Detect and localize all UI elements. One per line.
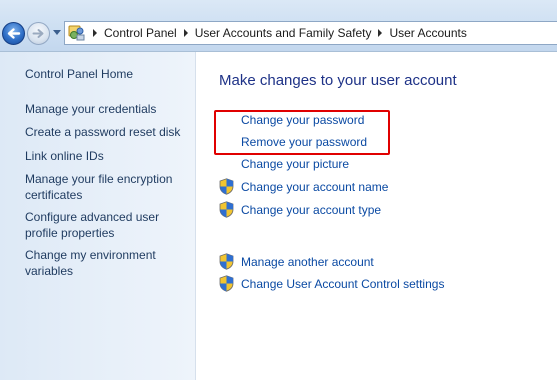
forward-arrow-icon xyxy=(32,29,44,38)
change-picture-link[interactable]: Change your picture xyxy=(241,157,349,171)
breadcrumb-user-accounts-and-family-safety[interactable]: User Accounts and Family Safety xyxy=(195,26,372,40)
breadcrumb-control-panel[interactable]: Control Panel xyxy=(104,26,177,40)
sidebar-item-file-encryption-certificates[interactable]: Manage your file encryption certificates xyxy=(25,171,180,203)
task-label[interactable]: Change your picture xyxy=(241,157,349,171)
breadcrumb-separator[interactable] xyxy=(93,29,97,37)
uac-shield-icon xyxy=(219,253,234,270)
page-title: Make changes to your user account xyxy=(219,72,457,89)
sidebar-item-advanced-user-profile[interactable]: Configure advanced user profile properti… xyxy=(25,209,165,241)
back-button[interactable] xyxy=(2,22,25,45)
breadcrumb-separator[interactable] xyxy=(378,29,383,37)
sidebar-item-manage-credentials[interactable]: Manage your credentials xyxy=(25,101,190,117)
uac-shield-icon xyxy=(219,178,234,195)
sidebar-item-environment-variables[interactable]: Change my environment variables xyxy=(25,247,175,279)
back-arrow-icon xyxy=(7,28,21,39)
breadcrumb-separator[interactable] xyxy=(183,29,188,37)
control-panel-icon xyxy=(68,24,86,42)
highlight-box xyxy=(214,110,390,155)
sidebar-item-password-reset-disk[interactable]: Create a password reset disk xyxy=(25,124,190,140)
change-account-type-link[interactable]: Change your account type xyxy=(219,201,381,218)
control-panel-home-link[interactable]: Control Panel Home xyxy=(25,66,190,82)
address-bar[interactable]: Control Panel User Accounts and Family S… xyxy=(64,21,557,45)
forward-button[interactable] xyxy=(27,22,50,45)
sidebar-item-link-online-ids[interactable]: Link online IDs xyxy=(25,148,190,164)
task-label[interactable]: Change User Account Control settings xyxy=(241,277,444,291)
uac-shield-icon xyxy=(219,275,234,292)
uac-shield-icon xyxy=(219,201,234,218)
task-label[interactable]: Change your account name xyxy=(241,180,388,194)
breadcrumb-user-accounts[interactable]: User Accounts xyxy=(389,26,466,40)
task-label[interactable]: Manage another account xyxy=(241,255,374,269)
navigation-toolbar: Control Panel User Accounts and Family S… xyxy=(0,0,557,52)
uac-settings-link[interactable]: Change User Account Control settings xyxy=(219,275,444,292)
task-pane: Control Panel Home Manage your credentia… xyxy=(0,52,196,380)
manage-another-account-link[interactable]: Manage another account xyxy=(219,253,374,270)
recent-pages-dropdown[interactable] xyxy=(53,30,61,35)
change-account-name-link[interactable]: Change your account name xyxy=(219,178,388,195)
task-label[interactable]: Change your account type xyxy=(241,203,381,217)
